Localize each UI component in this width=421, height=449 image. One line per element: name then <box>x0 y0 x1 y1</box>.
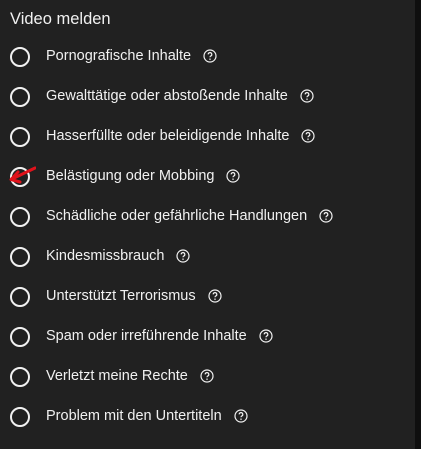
option-terrorism[interactable]: Unterstützt Terrorismus <box>0 277 415 317</box>
help-circle-icon[interactable] <box>203 49 217 63</box>
dialog-title: Video melden <box>10 10 111 28</box>
help-circle-icon[interactable] <box>200 369 214 383</box>
report-video-dialog: Video melden Pornografische Inhalte Gewa… <box>0 0 415 449</box>
help-circle-icon[interactable] <box>176 249 191 263</box>
option-harassment[interactable]: Belästigung oder Mobbing <box>0 157 415 197</box>
option-child-abuse[interactable]: Kindesmissbrauch <box>0 237 415 277</box>
dialog-edge <box>415 0 421 449</box>
radio-button[interactable] <box>10 367 30 387</box>
option-label: Schädliche oder gefährliche Handlungen <box>46 208 308 224</box>
help-circle-icon[interactable] <box>259 329 273 343</box>
option-label: Verletzt meine Rechte <box>46 368 188 384</box>
help-circle-icon[interactable] <box>208 289 222 303</box>
option-captions[interactable]: Problem mit den Untertiteln <box>0 397 415 437</box>
option-rights[interactable]: Verletzt meine Rechte <box>0 357 415 397</box>
help-circle-icon[interactable] <box>234 409 248 423</box>
help-circle-icon[interactable] <box>319 209 333 223</box>
option-label: Kindesmissbrauch <box>46 248 165 264</box>
option-violent[interactable]: Gewalttätige oder abstoßende Inhalte <box>0 77 415 117</box>
option-label: Gewalttätige oder abstoßende Inhalte <box>46 88 288 104</box>
option-label: Problem mit den Untertiteln <box>46 408 222 424</box>
red-arrow-icon <box>9 166 36 184</box>
radio-button[interactable] <box>10 247 30 267</box>
radio-button[interactable] <box>10 87 30 107</box>
help-circle-icon[interactable] <box>226 169 241 183</box>
option-label: Belästigung oder Mobbing <box>46 168 215 184</box>
radio-button[interactable] <box>10 407 30 427</box>
radio-button[interactable] <box>10 127 30 147</box>
option-label: Spam oder irreführende Inhalte <box>46 328 247 344</box>
option-label: Hasserfüllte oder beleidigende Inhalte <box>46 128 290 144</box>
option-pornographic[interactable]: Pornografische Inhalte <box>0 37 415 77</box>
report-options-list: Pornografische Inhalte Gewalttätige oder… <box>0 37 415 437</box>
radio-button[interactable] <box>10 207 30 227</box>
help-circle-icon[interactable] <box>301 129 316 143</box>
option-label: Pornografische Inhalte <box>46 48 192 64</box>
radio-button[interactable] <box>10 327 30 347</box>
help-circle-icon[interactable] <box>300 89 314 103</box>
radio-button[interactable] <box>10 287 30 307</box>
option-harmful-acts[interactable]: Schädliche oder gefährliche Handlungen <box>0 197 415 237</box>
option-label: Unterstützt Terrorismus <box>46 288 196 304</box>
option-hateful[interactable]: Hasserfüllte oder beleidigende Inhalte <box>0 117 415 157</box>
radio-button[interactable] <box>10 47 30 67</box>
option-spam[interactable]: Spam oder irreführende Inhalte <box>0 317 415 357</box>
